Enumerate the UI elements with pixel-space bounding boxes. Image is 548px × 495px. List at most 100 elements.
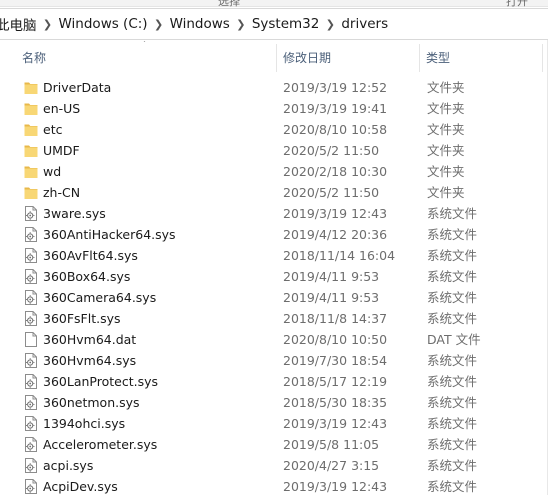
ribbon-strip: 选择 打开	[0, 0, 548, 8]
file-name: 1394ohci.sys	[43, 416, 126, 431]
file-name: wd	[43, 164, 62, 179]
file-modified-date: 2020/8/10 10:50	[283, 332, 388, 347]
file-row[interactable]: 360netmon.sys 2018/5/30 18:35 系统文件	[0, 392, 548, 413]
file-name: 360Hvm64.dat	[43, 332, 137, 347]
file-row[interactable]: 360FsFlt.sys 2018/11/8 14:37 系统文件	[0, 308, 548, 329]
file-row[interactable]: 1394ohci.sys 2019/3/19 12:43 系统文件	[0, 413, 548, 434]
system-file-icon	[24, 311, 38, 326]
file-type: 系统文件	[427, 269, 478, 284]
file-modified-date: 2019/3/19 12:43	[283, 416, 388, 431]
file-type: 系统文件	[427, 311, 478, 326]
system-file-icon	[24, 353, 38, 368]
file-name: 3ware.sys	[43, 206, 106, 221]
breadcrumb-windows[interactable]: Windows	[168, 9, 232, 39]
file-name: 360AntiHacker64.sys	[43, 227, 176, 242]
breadcrumb-drive-c[interactable]: Windows (C:)	[57, 9, 150, 39]
file-type: 系统文件	[427, 395, 478, 410]
folder-icon	[24, 143, 38, 158]
file-row[interactable]: 360Hvm64.dat 2020/8/10 10:50 DAT 文件	[0, 329, 548, 350]
file-modified-date: 2020/2/18 10:30	[283, 164, 388, 179]
column-header-date[interactable]: 修改日期	[277, 42, 419, 74]
file-name: en-US	[43, 101, 81, 116]
chevron-right-icon[interactable]: ❯	[321, 18, 339, 31]
system-file-icon	[24, 269, 38, 284]
file-row[interactable]: 360AvFlt64.sys 2018/11/14 16:04 系统文件	[0, 245, 548, 266]
file-row[interactable]: acpi.sys 2020/4/27 3:15 系统文件	[0, 455, 548, 476]
blank-file-icon	[24, 332, 38, 347]
system-file-icon	[24, 290, 38, 305]
file-name: 360Camera64.sys	[43, 290, 157, 305]
file-type: DAT 文件	[427, 332, 481, 347]
system-file-icon	[24, 248, 38, 263]
file-type: 文件夹	[427, 143, 465, 158]
file-type: 文件夹	[427, 185, 465, 200]
file-name: UMDF	[43, 143, 80, 158]
file-name: DriverData	[43, 80, 112, 95]
file-row[interactable]: 360LanProtect.sys 2018/5/17 12:19 系统文件	[0, 371, 548, 392]
file-modified-date: 2019/3/19 12:43	[283, 479, 388, 494]
folder-icon	[24, 185, 38, 200]
file-modified-date: 2019/4/11 9:53	[283, 269, 380, 284]
system-file-icon	[24, 458, 38, 473]
file-modified-date: 2019/3/19 19:41	[283, 101, 388, 116]
file-modified-date: 2019/3/19 12:52	[283, 80, 388, 95]
file-name: AcpiDev.sys	[43, 479, 118, 494]
system-file-icon	[24, 416, 38, 431]
system-file-icon	[24, 479, 38, 494]
file-explorer-window: 选择 打开 此电脑 ❯ Windows (C:) ❯ Windows ❯ Sys…	[0, 0, 548, 495]
file-list: DriverData 2019/3/19 12:52 文件夹 en-US 2019/3/…	[0, 77, 548, 495]
file-row[interactable]: 360Box64.sys 2019/4/11 9:53 系统文件	[0, 266, 548, 287]
file-modified-date: 2019/7/30 18:54	[283, 353, 388, 368]
file-modified-date: 2018/5/30 18:35	[283, 395, 388, 410]
chevron-right-icon[interactable]: ❯	[39, 18, 57, 31]
file-name: acpi.sys	[43, 458, 94, 473]
file-type: 系统文件	[427, 353, 478, 368]
breadcrumb-this-pc[interactable]: 此电脑	[0, 9, 39, 39]
file-modified-date: 2019/5/8 11:05	[283, 437, 380, 452]
breadcrumb-system32[interactable]: System32	[250, 9, 322, 39]
file-row[interactable]: en-US 2019/3/19 19:41 文件夹	[0, 98, 548, 119]
file-modified-date: 2019/4/12 20:36	[283, 227, 388, 242]
system-file-icon	[24, 374, 38, 389]
file-modified-date: 2020/5/2 11:50	[283, 143, 380, 158]
file-type: 系统文件	[427, 227, 478, 242]
file-type: 系统文件	[427, 479, 478, 494]
chevron-right-icon[interactable]: ❯	[150, 18, 168, 31]
file-row[interactable]: 360AntiHacker64.sys 2019/4/12 20:36 系统文件	[0, 224, 548, 245]
file-row[interactable]: wd 2020/2/18 10:30 文件夹	[0, 161, 548, 182]
file-row[interactable]: 3ware.sys 2019/3/19 12:43 系统文件	[0, 203, 548, 224]
folder-icon	[24, 101, 38, 116]
file-type: 系统文件	[427, 416, 478, 431]
file-row[interactable]: etc 2020/8/10 10:58 文件夹	[0, 119, 548, 140]
column-header-type[interactable]: 类型	[420, 42, 542, 74]
file-type: 系统文件	[427, 374, 478, 389]
file-type: 系统文件	[427, 290, 478, 305]
file-name: zh-CN	[43, 185, 81, 200]
file-modified-date: 2020/4/27 3:15	[283, 458, 380, 473]
file-type: 文件夹	[427, 164, 465, 179]
file-type: 文件夹	[427, 122, 465, 137]
file-row[interactable]: 360Hvm64.sys 2019/7/30 18:54 系统文件	[0, 350, 548, 371]
file-row[interactable]: UMDF 2020/5/2 11:50 文件夹	[0, 140, 548, 161]
file-row[interactable]: DriverData 2019/3/19 12:52 文件夹	[0, 77, 548, 98]
file-name: 360Hvm64.sys	[43, 353, 137, 368]
file-row[interactable]: 360Camera64.sys 2019/4/11 9:53 系统文件	[0, 287, 548, 308]
file-row[interactable]: AcpiDev.sys 2019/3/19 12:43 系统文件	[0, 476, 548, 495]
system-file-icon	[24, 395, 38, 410]
folder-icon	[24, 164, 38, 179]
file-name: 360netmon.sys	[43, 395, 140, 410]
file-row[interactable]: zh-CN 2020/5/2 11:50 文件夹	[0, 182, 548, 203]
address-bar[interactable]: 此电脑 ❯ Windows (C:) ❯ Windows ❯ System32 …	[0, 8, 548, 40]
file-type: 系统文件	[427, 248, 478, 263]
file-modified-date: 2020/8/10 10:58	[283, 122, 388, 137]
file-modified-date: 2018/11/8 14:37	[283, 311, 388, 326]
file-modified-date: 2019/3/19 12:43	[283, 206, 388, 221]
file-name: 360FsFlt.sys	[43, 311, 121, 326]
folder-icon	[24, 80, 38, 95]
file-row[interactable]: Accelerometer.sys 2019/5/8 11:05 系统文件	[0, 434, 548, 455]
breadcrumb-drivers[interactable]: drivers	[339, 9, 390, 39]
column-header-name[interactable]: 名称	[16, 42, 276, 74]
system-file-icon	[24, 437, 38, 452]
chevron-right-icon[interactable]: ❯	[232, 18, 250, 31]
file-type: 系统文件	[427, 206, 478, 221]
